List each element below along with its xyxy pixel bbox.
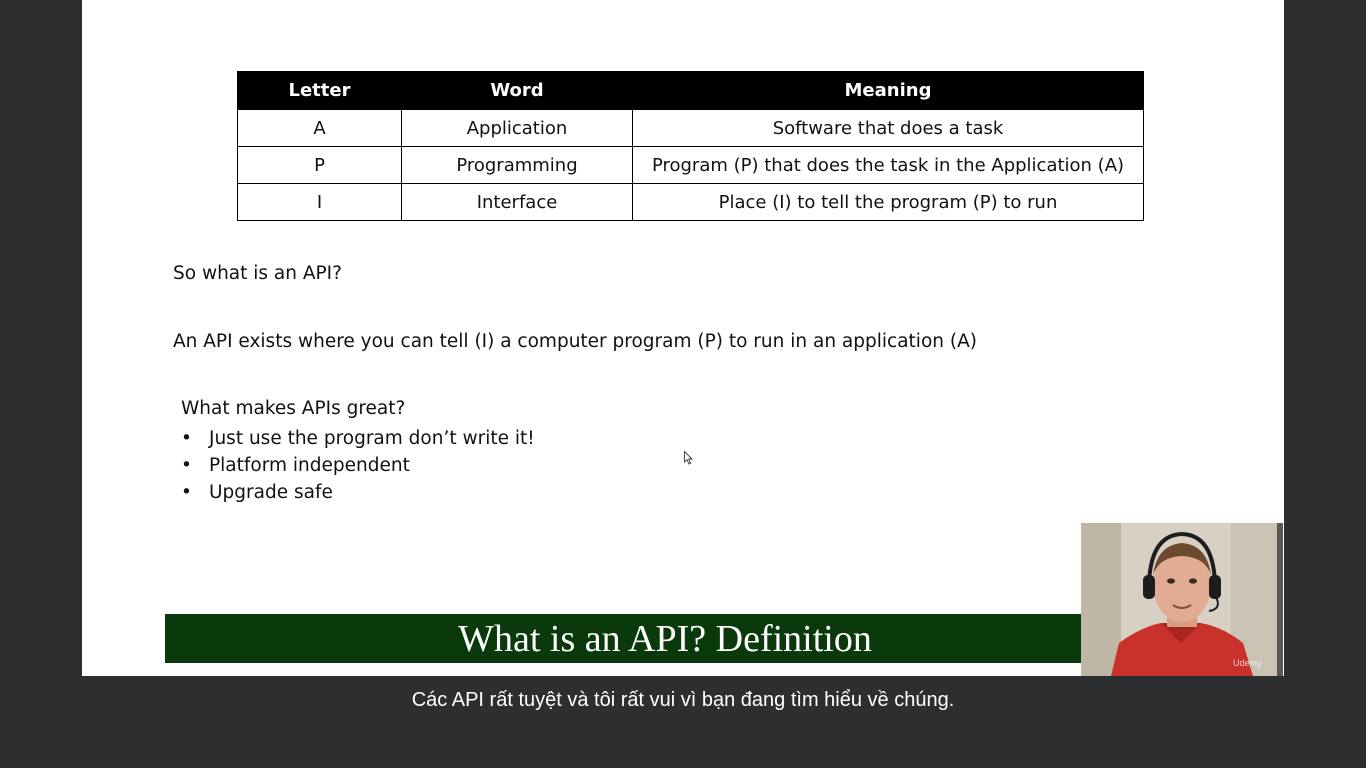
meaning-cell: Place (I) to tell the program (P) to run — [632, 183, 1144, 221]
header-letter: Letter — [237, 71, 402, 110]
slide-title-bar: What is an API? Definition — [165, 614, 1165, 663]
great-heading: What makes APIs great? — [181, 398, 406, 419]
bullet-icon: • — [181, 482, 192, 503]
letter-cell: I — [237, 183, 402, 221]
watermark-text: Udemy — [1233, 658, 1262, 668]
list-item: • Upgrade safe — [181, 479, 535, 506]
bullet-icon: • — [181, 455, 192, 476]
meaning-cell: Software that does a task — [632, 109, 1144, 147]
table-row: I Interface Place (I) to tell the progra… — [237, 183, 1144, 221]
webcam-video: Udemy — [1081, 523, 1283, 676]
bullet-text: Platform independent — [209, 455, 410, 476]
list-item: • Platform independent — [181, 452, 535, 479]
word-cell: Interface — [401, 183, 633, 221]
api-acronym-table: Letter Word Meaning A Application Softwa… — [237, 71, 1144, 221]
bullet-text: Just use the program don’t write it! — [209, 428, 535, 449]
table-row: P Programming Program (P) that does the … — [237, 146, 1144, 184]
header-word: Word — [401, 71, 633, 110]
letter-cell: P — [237, 146, 402, 184]
header-meaning: Meaning — [632, 71, 1144, 110]
slide-title: What is an API? Definition — [458, 618, 872, 660]
question-text: So what is an API? — [173, 263, 342, 284]
definition-text: An API exists where you can tell (I) a c… — [173, 331, 977, 352]
letter-cell: A — [237, 109, 402, 147]
word-cell: Programming — [401, 146, 633, 184]
subtitle-caption: Các API rất tuyệt và tôi rất vui vì bạn … — [411, 689, 955, 711]
table-header-row: Letter Word Meaning — [237, 71, 1144, 110]
meaning-cell: Program (P) that does the task in the Ap… — [632, 146, 1144, 184]
table-row: A Application Software that does a task — [237, 109, 1144, 147]
bullet-icon: • — [181, 428, 192, 449]
benefits-list: • Just use the program don’t write it! • P… — [181, 425, 535, 506]
mouse-pointer-icon — [684, 451, 694, 465]
bullet-text: Upgrade safe — [209, 482, 333, 503]
list-item: • Just use the program don’t write it! — [181, 425, 535, 452]
word-cell: Application — [401, 109, 633, 147]
presenter-image: Udemy — [1081, 523, 1283, 676]
